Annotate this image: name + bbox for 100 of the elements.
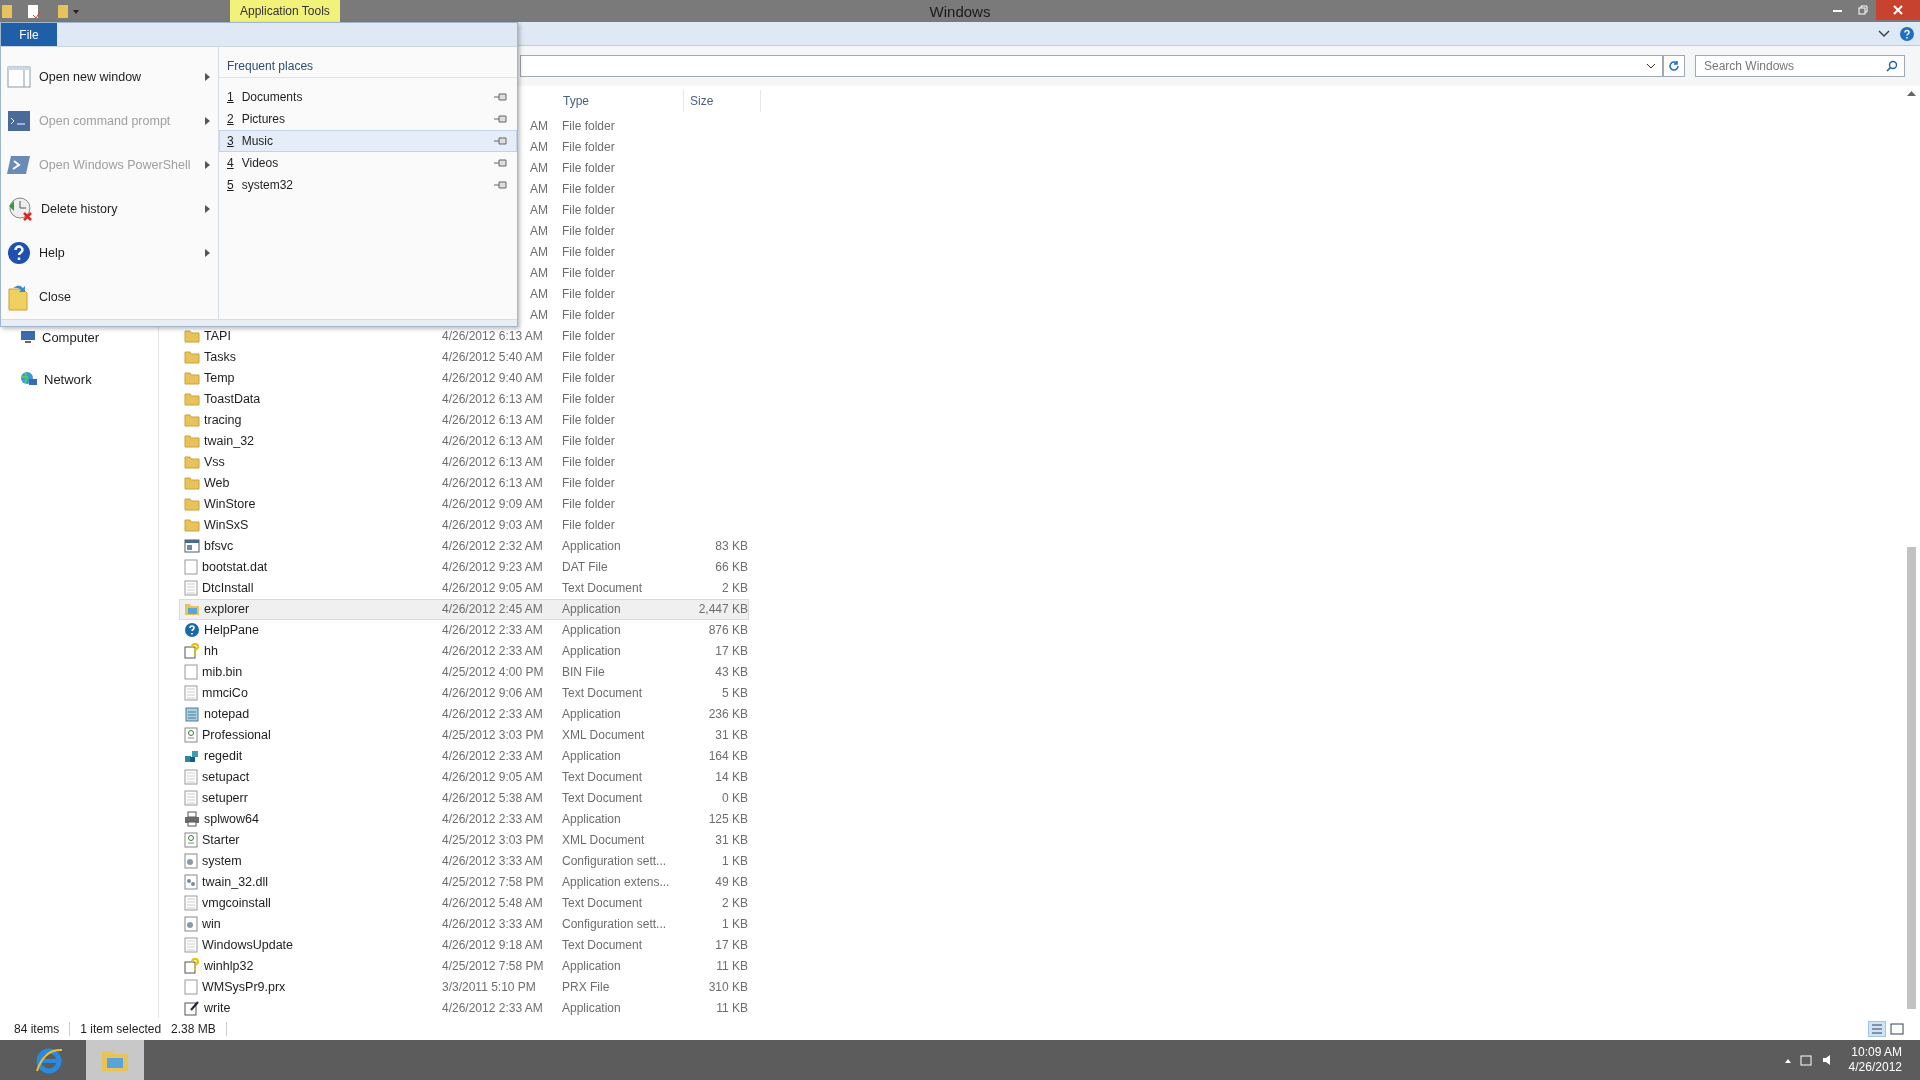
file-row[interactable]: Starter 4/25/2012 3:03 PM XML Document 31 KB bbox=[179, 829, 749, 851]
type-cell: Configuration sett... bbox=[562, 916, 667, 931]
clock[interactable]: 10:09 AM 4/26/2012 bbox=[1848, 1045, 1902, 1075]
file-row[interactable]: regedit 4/26/2012 2:33 AM Application 164 KB bbox=[179, 745, 749, 767]
selection-info: 1 item selected bbox=[80, 1022, 162, 1036]
document-icon bbox=[184, 664, 198, 681]
file-row[interactable]: ToastData 4/26/2012 6:13 AM File folder bbox=[179, 388, 749, 410]
xml-document-icon bbox=[184, 831, 198, 848]
file-row[interactable]: WinSxS 4/26/2012 9:03 AM File folder bbox=[179, 514, 749, 536]
frequent-place[interactable]: 1 Documents bbox=[219, 86, 517, 108]
file-row[interactable]: WindowsUpdate 4/26/2012 9:18 AM Text Document 17 KB bbox=[179, 934, 749, 956]
file-row[interactable]: twain_32 4/26/2012 6:13 AM File folder bbox=[179, 430, 749, 452]
file-row[interactable]: hh 4/26/2012 2:33 AM Application 17 KB bbox=[179, 640, 749, 662]
file-row[interactable]: Professional 4/25/2012 3:03 PM XML Document 31 KB bbox=[179, 724, 749, 746]
file-name: WinSxS bbox=[204, 518, 249, 533]
file-row[interactable]: setupact 4/26/2012 9:05 AM Text Document 14 KB bbox=[179, 766, 749, 788]
type-cell: File folder bbox=[562, 455, 615, 470]
file-row[interactable]: bootstat.dat 4/26/2012 9:23 AM DAT File 66 KB bbox=[179, 556, 749, 578]
file-row[interactable]: setuperr 4/26/2012 5:38 AM Text Document 0 KB bbox=[179, 787, 749, 809]
file-name: splwow64 bbox=[204, 811, 259, 826]
type-cell: File folder bbox=[562, 434, 615, 449]
file-row[interactable]: HelpPane 4/26/2012 2:33 AM Application 876 KB bbox=[179, 619, 749, 641]
scroll-up-icon[interactable] bbox=[1907, 90, 1916, 96]
file-row[interactable]: mmciCo 4/26/2012 9:06 AM Text Document 5 KB bbox=[179, 682, 749, 704]
size-cell: 83 KB bbox=[715, 539, 748, 554]
quick-access-toolbar-icon[interactable] bbox=[2, 3, 82, 19]
folder-icon bbox=[184, 518, 200, 533]
file-row[interactable]: Tasks 4/26/2012 5:40 AM File folder bbox=[179, 346, 749, 368]
file-row[interactable]: mib.bin 4/25/2012 4:00 PM BIN File 43 KB bbox=[179, 661, 749, 683]
context-tab[interactable]: Application Tools bbox=[230, 0, 340, 22]
pin-icon[interactable] bbox=[494, 93, 508, 101]
folder-icon bbox=[184, 497, 200, 512]
file-row[interactable]: win 4/26/2012 3:33 AM Configuration sett... 1 KB bbox=[179, 913, 749, 935]
type-cell: PRX File bbox=[562, 979, 610, 994]
size-cell: 5 KB bbox=[722, 686, 748, 701]
date-cell: 4/26/2012 2:32 AM bbox=[442, 539, 543, 554]
size-cell: 310 KB bbox=[708, 979, 748, 994]
file-row[interactable]: bfsvc 4/26/2012 2:32 AM Application 83 KB bbox=[179, 535, 749, 557]
section-title: Frequent places bbox=[219, 47, 517, 78]
file-row[interactable]: notepad 4/26/2012 2:33 AM Application 236 KB bbox=[179, 703, 749, 725]
file-row[interactable]: DtcInstall 4/26/2012 9:05 AM Text Document 2 KB bbox=[179, 577, 749, 599]
type-cell: DAT File bbox=[562, 560, 608, 575]
clock-delete-icon bbox=[7, 196, 33, 222]
refresh-button[interactable] bbox=[1663, 55, 1685, 77]
text-document-icon bbox=[184, 580, 198, 597]
file-row[interactable]: WinStore 4/26/2012 9:09 AM File folder bbox=[179, 493, 749, 515]
file-row[interactable]: explorer 4/26/2012 2:45 AM Application 2,447 KB bbox=[179, 598, 749, 620]
file-row[interactable]: winhlp32 4/25/2012 7:58 PM Application 11 KB bbox=[179, 955, 749, 977]
size-cell: 66 KB bbox=[715, 560, 748, 575]
type-cell: File folder bbox=[562, 329, 615, 344]
file-row[interactable]: system 4/26/2012 3:33 AM Configuration sett... 1 KB bbox=[179, 850, 749, 872]
menu-item[interactable]: Close bbox=[1, 275, 218, 319]
column-header[interactable]: Size bbox=[684, 90, 761, 112]
type-cell: File folder bbox=[562, 476, 615, 491]
file-row[interactable]: Temp 4/26/2012 9:40 AM File folder bbox=[179, 367, 749, 389]
nav-item[interactable]: Computer bbox=[0, 327, 158, 347]
command-prompt-icon bbox=[7, 110, 31, 132]
pin-icon[interactable] bbox=[494, 137, 508, 145]
file-name: explorer bbox=[204, 602, 250, 617]
frequent-place[interactable]: 4 Videos bbox=[219, 152, 517, 174]
pin-icon[interactable] bbox=[494, 115, 508, 123]
type-cell: File folder bbox=[562, 413, 615, 428]
search-box[interactable]: Search Windows bbox=[1695, 55, 1905, 77]
tiles-view-icon[interactable] bbox=[1888, 1021, 1906, 1037]
help-icon[interactable] bbox=[1900, 26, 1914, 41]
menu-item[interactable]: Delete history bbox=[1, 187, 218, 231]
frequent-place[interactable]: 3 Music bbox=[219, 130, 517, 152]
folder-icon bbox=[184, 413, 200, 428]
expand-ribbon-icon[interactable] bbox=[1878, 29, 1890, 38]
file-row[interactable]: Web 4/26/2012 6:13 AM File folder bbox=[179, 472, 749, 494]
nav-item[interactable]: Network bbox=[0, 369, 158, 389]
date-cell: 4/26/2012 5:48 AM bbox=[442, 895, 543, 910]
item-count: 84 items bbox=[14, 1022, 60, 1036]
close-button[interactable] bbox=[1876, 0, 1920, 20]
details-view-icon[interactable] bbox=[1868, 1021, 1886, 1037]
file-row[interactable]: write 4/26/2012 2:33 AM Application 11 KB bbox=[179, 997, 749, 1019]
search-icon[interactable] bbox=[1886, 60, 1898, 72]
file-name: WMSysPr9.prx bbox=[202, 979, 286, 994]
pin-icon[interactable] bbox=[494, 181, 508, 189]
document-icon bbox=[184, 559, 198, 576]
frequent-place[interactable]: 2 Pictures bbox=[219, 108, 517, 130]
column-header[interactable]: Type bbox=[557, 90, 684, 112]
date-cell: 4/26/2012 9:09 AM bbox=[442, 497, 543, 512]
date-cell: 4/25/2012 7:58 PM bbox=[442, 874, 544, 889]
frequent-place[interactable]: 5 system32 bbox=[219, 174, 517, 196]
file-row[interactable]: WMSysPr9.prx 3/3/2011 5:10 PM PRX File 310 KB bbox=[179, 976, 749, 998]
file-row[interactable]: vmgcoinstall 4/26/2012 5:48 AM Text Document 2 KB bbox=[179, 892, 749, 914]
size-cell: 49 KB bbox=[715, 874, 748, 889]
file-row[interactable]: tracing 4/26/2012 6:13 AM File folder bbox=[179, 409, 749, 431]
document-pen-icon bbox=[184, 999, 200, 1016]
type-cell: Text Document bbox=[562, 686, 643, 701]
file-row[interactable]: TAPI 4/26/2012 6:13 AM File folder bbox=[179, 325, 749, 347]
gear-document-icon bbox=[184, 852, 198, 869]
file-tab[interactable]: File bbox=[1, 23, 57, 46]
menu-item[interactable]: Open new window bbox=[1, 55, 218, 99]
file-row[interactable]: twain_32.dll 4/25/2012 7:58 PM Application extens... 49 KB bbox=[179, 871, 749, 893]
pin-icon[interactable] bbox=[494, 159, 508, 167]
file-row[interactable]: Vss 4/26/2012 6:13 AM File folder bbox=[179, 451, 749, 473]
menu-item[interactable]: Help bbox=[1, 231, 218, 275]
file-row[interactable]: splwow64 4/26/2012 2:33 AM Application 125 KB bbox=[179, 808, 749, 830]
